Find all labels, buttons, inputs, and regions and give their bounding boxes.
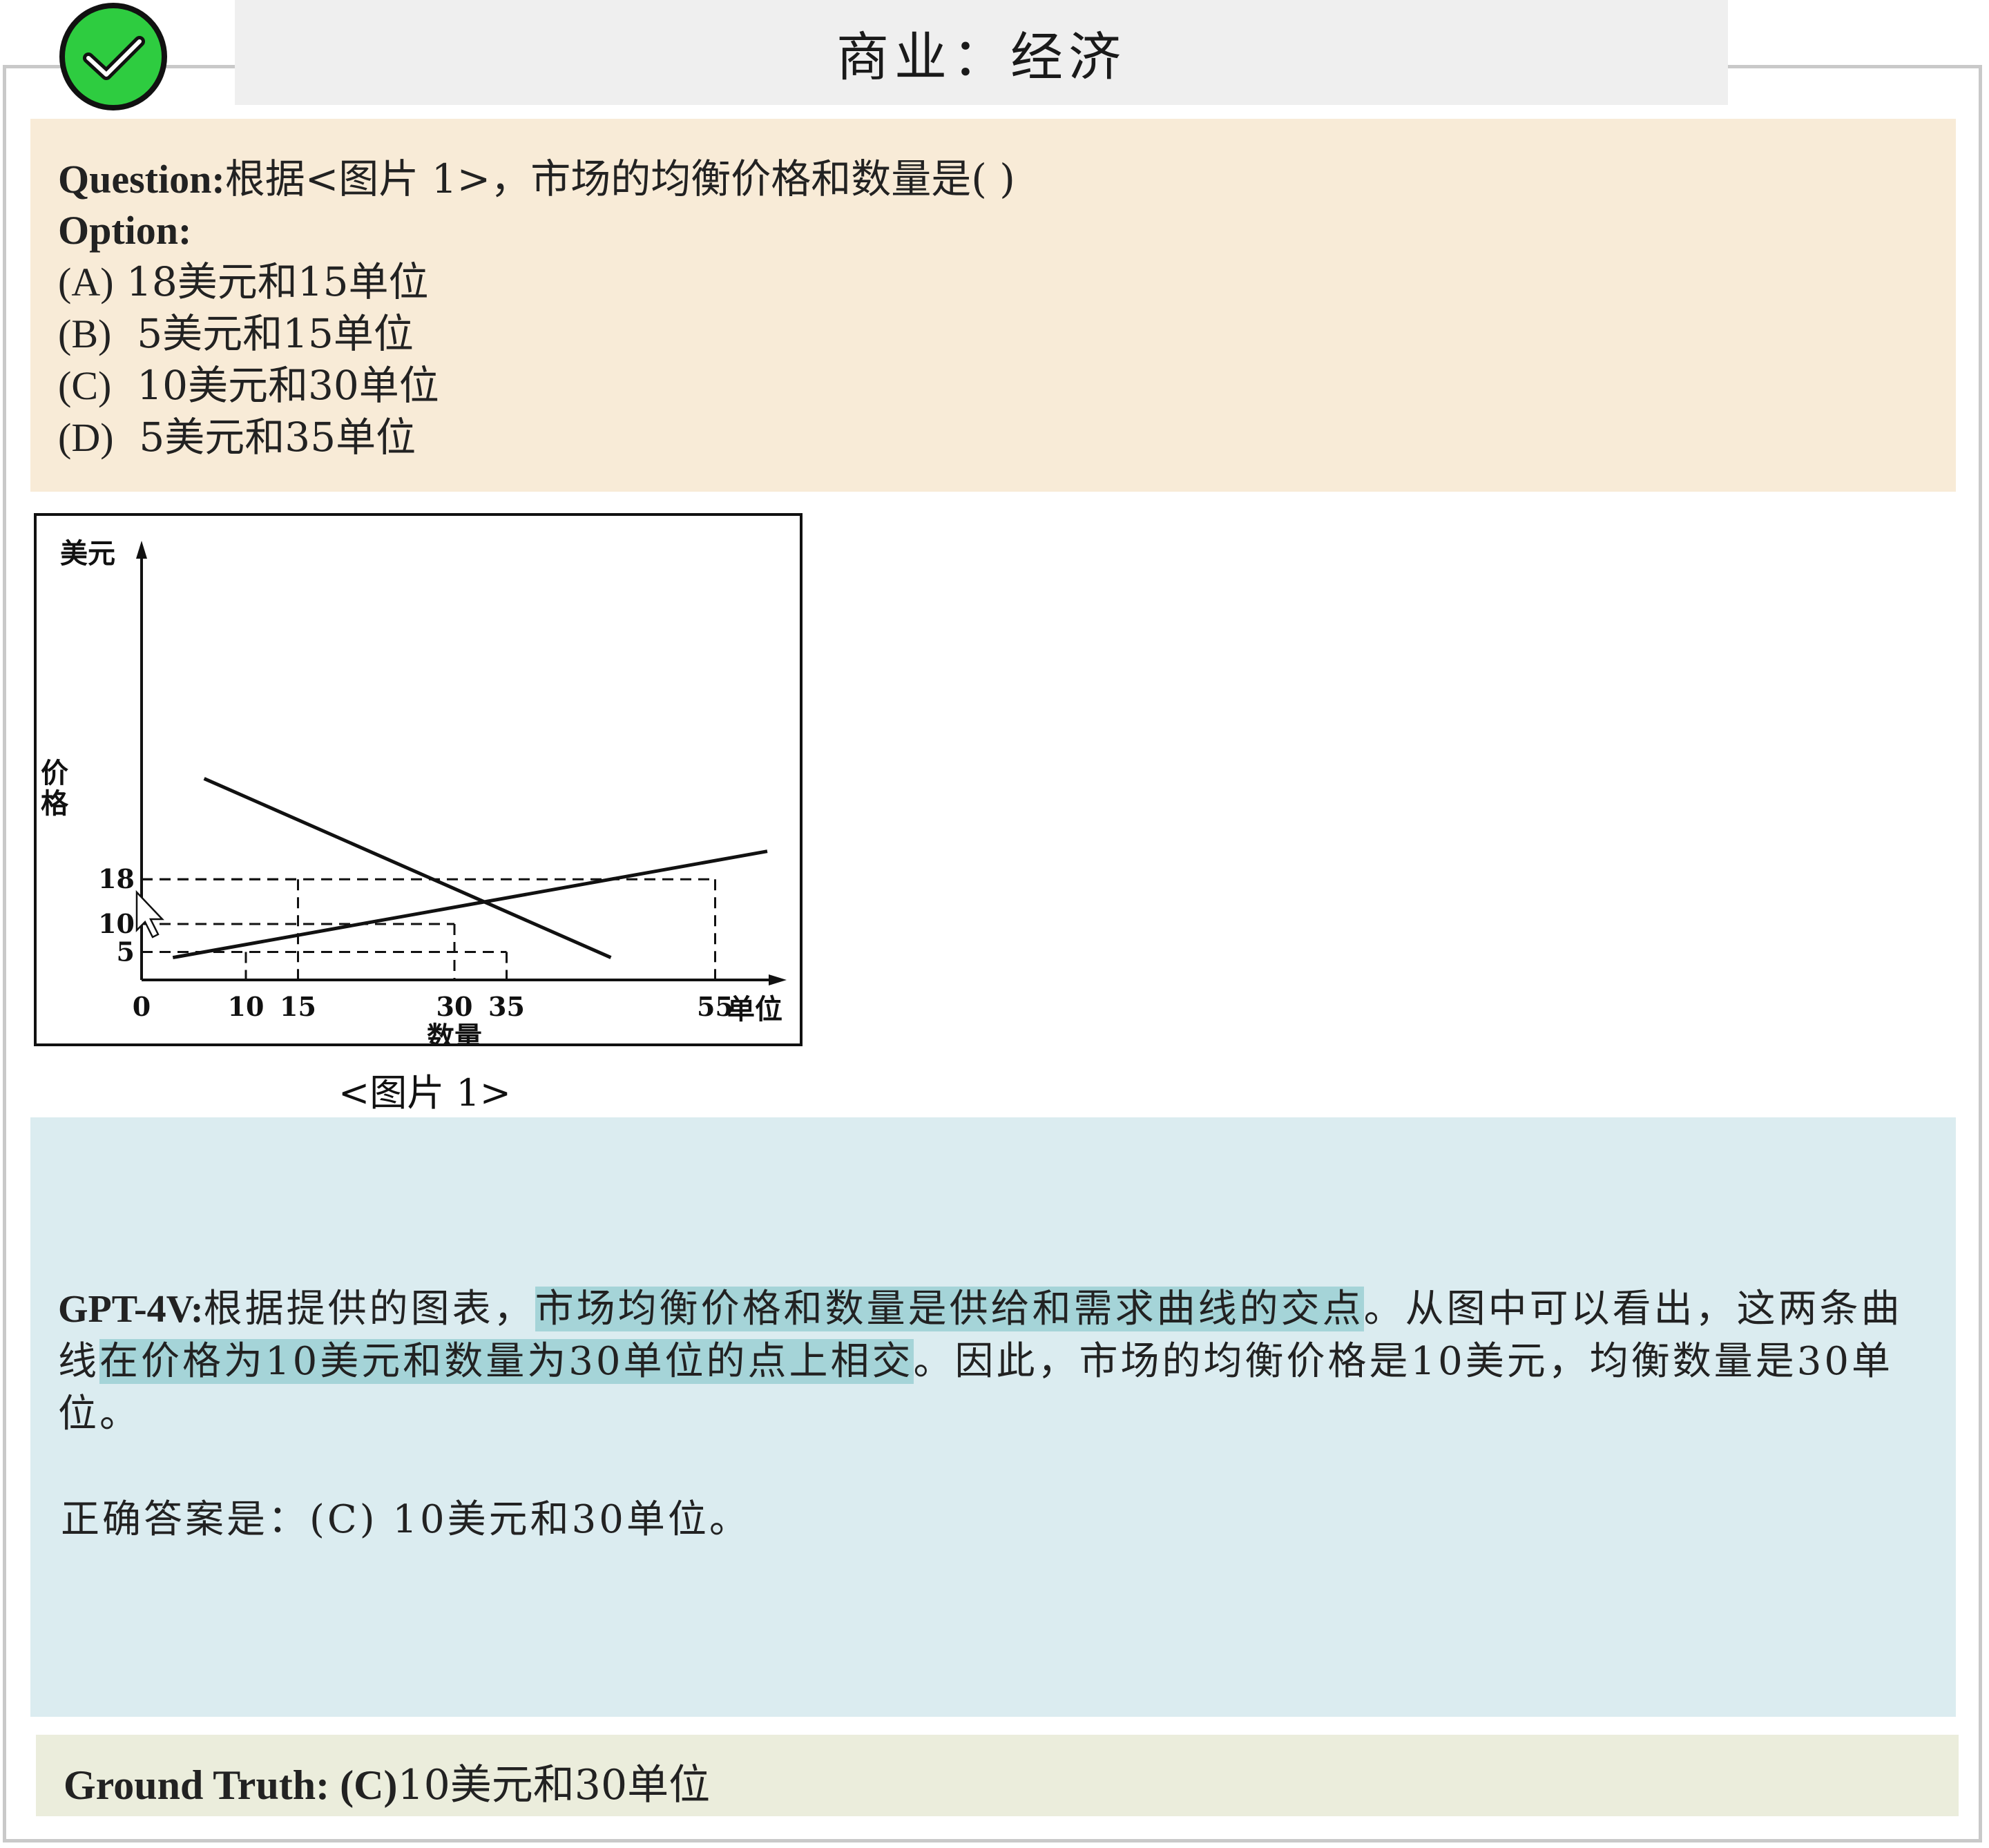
option-letter: (C) (58, 363, 112, 408)
option-letter: (D) (58, 415, 114, 460)
question-label: Question: (58, 157, 225, 202)
x-axis-arrow (769, 974, 787, 985)
x-tick-label: 10 (228, 991, 265, 1022)
final-answer: 正确答案是：(C) 10美元和30单位。 (61, 1497, 751, 1542)
option-label: Option: (58, 208, 192, 253)
page-title: 商业：经济 (235, 0, 1728, 105)
y-axis-title: 价 (41, 757, 68, 789)
question-block: Question:根据<图片 1>，市场的均衡价格和数量是( ) Option:… (58, 153, 1015, 463)
y-axis-arrow (136, 541, 147, 559)
x-tick-label: 15 (280, 991, 316, 1022)
option-a: (A) 18美元和15单位 (58, 256, 1015, 308)
question-line: Question:根据<图片 1>，市场的均衡价格和数量是( ) (58, 153, 1015, 205)
y-axis-unit: 美元 (60, 537, 115, 570)
supply-demand-chart: 10 15 30 35 55051018美元价格单位数量 (41, 537, 787, 1053)
x-tick-label: 30 (436, 991, 473, 1022)
ground-truth-value: 10美元和30单位 (397, 1761, 711, 1809)
option-letter: (B) (58, 311, 112, 356)
option-text: 5美元和35单位 (113, 414, 416, 461)
answer-part: 根据提供的图表， (203, 1287, 535, 1331)
option-b: (B) 5美元和15单位 (58, 308, 1015, 360)
y-tick-label: 18 (98, 863, 135, 894)
option-text: 5美元和15单位 (111, 310, 414, 357)
answer-highlight: 在价格为10美元和数量为30单位的点上相交 (99, 1339, 914, 1384)
question-text: 根据<图片 1>，市场的均衡价格和数量是( ) (224, 155, 1015, 202)
x-axis-title: 数量 (427, 1021, 482, 1043)
ground-truth-label: Ground Truth: (C) (64, 1762, 398, 1808)
answer-label: GPT-4V: (58, 1288, 204, 1331)
answer-highlight: 市场均衡价格和数量是供给和需求曲线的交点 (535, 1287, 1364, 1331)
figure-caption: <图片 1> (338, 1071, 511, 1115)
x-tick-label: 35 (488, 991, 525, 1022)
option-c: (C) 10美元和30单位 (58, 360, 1015, 412)
y-tick-label: 10 (98, 908, 135, 939)
model-answer-text: GPT-4V:根据提供的图表，市场均衡价格和数量是供给和需求曲线的交点。从图中可… (58, 1283, 1930, 1441)
option-text: 18美元和15单位 (113, 258, 429, 305)
ground-truth-panel: Ground Truth: (C)10美元和30单位 (36, 1735, 1959, 1816)
option-d: (D) 5美元和35单位 (58, 412, 1015, 463)
x-axis-unit: 单位 (727, 993, 782, 1026)
check-circle-icon (59, 3, 167, 110)
y-axis-title: 格 (41, 787, 69, 820)
origin-label: 0 (133, 991, 151, 1022)
demand-curve (203, 777, 612, 959)
question-panel: Question:根据<图片 1>，市场的均衡价格和数量是( ) Option:… (30, 119, 1956, 492)
model-answer-panel: GPT-4V:根据提供的图表，市场均衡价格和数量是供给和需求曲线的交点。从图中可… (30, 1117, 1956, 1717)
supply-demand-figure: 10 15 30 35 55 0 5 10 18 美元价格单位 数量 (34, 513, 803, 1053)
supply-curve (172, 849, 768, 960)
option-text: 10美元和30单位 (111, 362, 439, 409)
option-letter: (A) (58, 260, 114, 305)
y-tick-label: 5 (117, 936, 135, 968)
ground-truth: Ground Truth: (C)10美元和30单位 (64, 1751, 710, 1811)
